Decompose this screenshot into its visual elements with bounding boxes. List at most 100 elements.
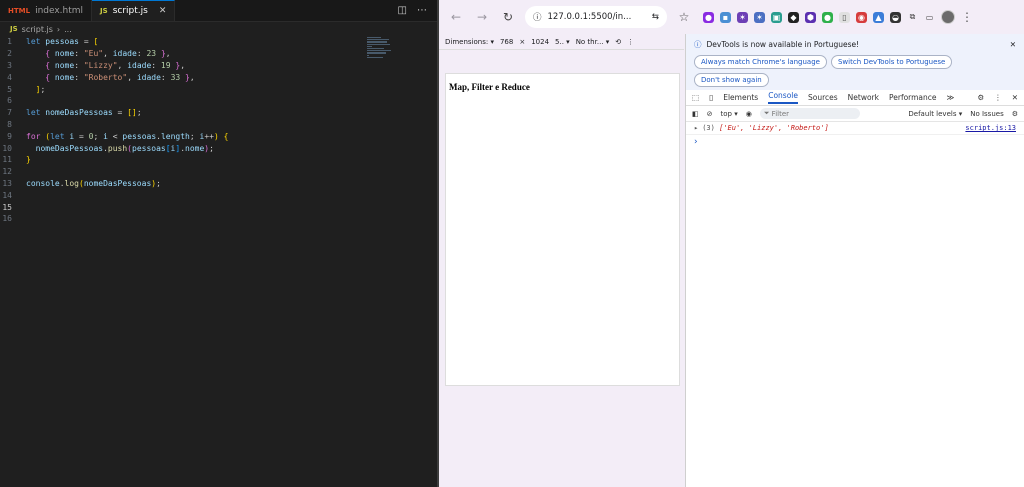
code-line: 14: [2, 190, 12, 200]
dont-show-again-button[interactable]: Don't show again: [694, 73, 769, 87]
tab-console[interactable]: Console: [768, 91, 798, 104]
code-text: console.log(nomeDasPessoas);: [26, 178, 161, 188]
extensions-row: ● ▪ ✶ ✶ ▣ ◆ ⬢ ● ▯ ◉ ▲ ◒ ⧉ ▭ ⋮: [703, 10, 973, 24]
throttle-select[interactable]: No thr... ▾: [576, 38, 610, 46]
extension-icon[interactable]: ✶: [754, 11, 765, 23]
code-text: let pessoas = [: [26, 37, 99, 47]
issues-count[interactable]: No Issues: [970, 110, 1004, 118]
more-actions-icon[interactable]: ⋯: [417, 5, 427, 16]
breadcrumb-separator-icon: ›: [56, 24, 61, 34]
extension-icon[interactable]: ◆: [788, 11, 799, 23]
code-editor[interactable]: 1 let pessoas = [ 2 { nome: "Eu", idade: …: [0, 36, 437, 225]
tab-label: script.js: [112, 6, 148, 16]
expand-arrow-icon[interactable]: ▸: [694, 124, 698, 132]
reload-icon[interactable]: ↻: [499, 8, 517, 26]
filter-input[interactable]: ⏷ Filter: [759, 108, 860, 119]
html-file-icon: HTML: [8, 6, 31, 15]
live-expression-eye-icon[interactable]: ◉: [746, 110, 752, 118]
match-language-button[interactable]: Always match Chrome's language: [694, 55, 827, 69]
extension-icon[interactable]: ⬢: [805, 11, 816, 23]
code-line: 9 for (let i = 0; i < pessoas.length; i++…: [7, 131, 229, 141]
code-line: 3 { nome: "Lizzy", idade: 19 },: [7, 60, 186, 70]
address-bar[interactable]: ⓘ 127.0.0.1:5500/in... ⇆: [525, 6, 667, 28]
height-input[interactable]: 1024: [531, 38, 549, 46]
tab-script-js[interactable]: JS script.js ✕: [92, 0, 176, 21]
browser-toolbar: ← → ↻ ⓘ 127.0.0.1:5500/in... ⇆ ☆ ● ▪ ✶ ✶…: [439, 0, 1024, 34]
log-levels-select[interactable]: Default levels ▾: [908, 110, 962, 118]
context-select[interactable]: top ▾: [721, 110, 738, 118]
code-line: 7 let nomeDasPessoas = [];: [7, 108, 142, 118]
devtools-panel: ⓘ DevTools is now available in Portugues…: [685, 34, 1024, 487]
times-sign: ×: [519, 37, 526, 46]
breadcrumb: JS script.js › ...: [0, 22, 437, 36]
device-more-icon[interactable]: ⋮: [627, 38, 634, 46]
extension-icon[interactable]: ●: [703, 11, 714, 23]
code-text: }: [26, 155, 31, 165]
code-text: { nome: "Lizzy", idade: 19 },: [45, 60, 186, 70]
tab-elements[interactable]: Elements: [723, 93, 758, 102]
vscode-window: HTML index.html JS script.js ✕ ◫ ⋯ JS sc…: [0, 0, 437, 487]
inspect-element-icon[interactable]: ⬚: [692, 93, 699, 102]
clear-console-icon[interactable]: ⊘: [707, 110, 713, 118]
extension-icon[interactable]: ▣: [771, 11, 782, 23]
devtools-menu-icon[interactable]: ⋮: [994, 93, 1002, 102]
js-file-icon: JS: [10, 25, 18, 33]
sidebar-toggle-icon[interactable]: ◧: [692, 110, 699, 118]
code-text: { nome: "Roberto", idade: 33 },: [45, 72, 195, 82]
code-line: 11}: [2, 155, 31, 165]
tab-sources[interactable]: Sources: [808, 93, 838, 102]
console-log-row: ▸ (3) ['Eu', 'Lizzy', 'Roberto'] script.…: [686, 122, 1024, 135]
array-length: (3): [702, 124, 715, 132]
forward-icon[interactable]: →: [473, 8, 491, 26]
close-tab-icon[interactable]: ✕: [159, 6, 167, 16]
tab-label: index.html: [35, 5, 84, 16]
switch-language-button[interactable]: Switch DevTools to Portuguese: [830, 55, 953, 69]
tab-index-html[interactable]: HTML index.html: [0, 0, 93, 21]
bookmark-star-icon[interactable]: ☆: [675, 8, 693, 26]
console-prompt[interactable]: ›: [686, 135, 1024, 148]
code-text: for (let i = 0; i < pessoas.length; i++)…: [26, 131, 229, 141]
notice-text: DevTools is now available in Portuguese!: [706, 40, 860, 49]
extension-icon[interactable]: ▲: [873, 11, 884, 23]
extension-icon[interactable]: ●: [822, 11, 833, 23]
device-toolbar: Dimensions: ▾ 768 × 1024 5.. ▾ No thr...…: [439, 34, 684, 50]
width-input[interactable]: 768: [500, 38, 513, 46]
back-icon[interactable]: ←: [447, 8, 465, 26]
translate-icon[interactable]: ⇆: [652, 12, 659, 22]
more-tabs-icon[interactable]: ≫: [947, 93, 955, 102]
code-line: 4 { nome: "Roberto", idade: 33 },: [7, 72, 195, 82]
close-notice-icon[interactable]: ✕: [1010, 40, 1016, 49]
settings-gear-icon[interactable]: ⚙: [977, 93, 984, 102]
zoom-select[interactable]: 5.. ▾: [555, 38, 570, 46]
console-toolbar: ◧ ⊘ top ▾ ◉ ⏷ Filter Default levels ▾ No…: [686, 106, 1024, 122]
editor-scrollbar[interactable]: [427, 36, 437, 486]
breadcrumb-file[interactable]: script.js: [22, 25, 53, 34]
array-value[interactable]: ['Eu', 'Lizzy', 'Roberto']: [719, 124, 829, 132]
code-line: 13 console.log(nomeDasPessoas);: [2, 178, 161, 188]
split-editor-icon[interactable]: ◫: [398, 5, 407, 16]
extension-icon[interactable]: ✶: [737, 11, 748, 23]
close-devtools-icon[interactable]: ✕: [1012, 93, 1018, 102]
split-view-icon[interactable]: ▭: [924, 12, 935, 23]
extension-icon[interactable]: ▯: [839, 11, 850, 23]
breadcrumb-symbol[interactable]: ...: [64, 25, 72, 34]
minimap[interactable]: [367, 36, 391, 58]
code-line: 10 nomeDasPessoas.push(pessoas[i].nome);: [2, 143, 214, 153]
tab-network[interactable]: Network: [848, 93, 879, 102]
extensions-puzzle-icon[interactable]: ⧉: [907, 12, 918, 23]
extension-icon[interactable]: ▪: [720, 11, 731, 23]
browser-menu-icon[interactable]: ⋮: [961, 10, 973, 24]
device-toggle-icon[interactable]: ▯: [709, 93, 713, 102]
extension-icon[interactable]: ◉: [856, 11, 867, 23]
code-line: 6: [7, 96, 12, 106]
avatar[interactable]: [941, 10, 955, 24]
dimensions-select[interactable]: Dimensions: ▾: [445, 38, 494, 46]
source-link[interactable]: script.js:13: [965, 124, 1016, 132]
extension-icon[interactable]: ◒: [890, 11, 901, 23]
tab-performance[interactable]: Performance: [889, 93, 937, 102]
console-settings-icon[interactable]: ⚙: [1012, 110, 1018, 118]
site-info-icon[interactable]: ⓘ: [533, 11, 542, 23]
code-text: ];: [35, 84, 46, 94]
info-icon: ⓘ: [694, 40, 702, 49]
rotate-icon[interactable]: ⟲: [615, 38, 621, 46]
